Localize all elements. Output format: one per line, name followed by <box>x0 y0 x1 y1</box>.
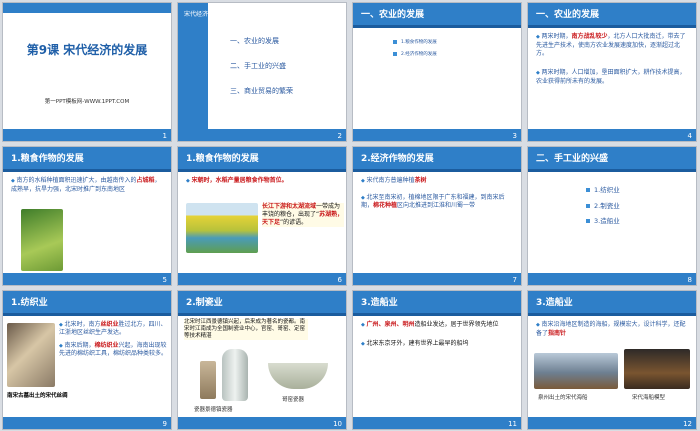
toc-item-2: 二、手工业的兴盛 <box>230 62 286 70</box>
paragraph-1: 两宋时期，南方战乱较少，北方人口大批南迁，带去了先进生产技术，使南方农业发展速度… <box>536 33 690 59</box>
bowl-photo <box>268 363 328 389</box>
toc-item-1: 1.粮食作物的发展 <box>401 40 437 45</box>
slide-number: 9 <box>162 420 167 428</box>
slide-3[interactable]: 一、农业的发展 1.粮食作物的发展 2.经济作物的发展 3 <box>352 2 522 142</box>
vase-photo <box>222 349 248 401</box>
silk-photo <box>7 323 55 387</box>
slide-4[interactable]: 一、农业的发展 两宋时期，南方战乱较少，北方人口大批南迁，带去了先进生产技术，使… <box>527 2 697 142</box>
photo-caption-2: 哥窑瓷器 <box>282 397 305 403</box>
slide-title: 第9课 宋代经济的发展 <box>26 43 148 57</box>
photo-caption: 南宋古墓出土的宋代丝绸 <box>7 393 68 399</box>
slide-6[interactable]: 1.粮食作物的发展 宋朝时，水稻产量居粮食作物首位。 长江下游和太湖流域一带成为… <box>177 146 347 286</box>
paragraph-1: 北宋时，南方丝织业胜过北方，四川、江浙地区丝织生产发达。 <box>59 321 167 337</box>
slide-header: 3.造船业 <box>536 298 573 308</box>
slide-number: 7 <box>512 276 517 284</box>
highlight-text: 宋朝时，水稻产量居粮食作物首位。 <box>186 177 340 186</box>
slide-number: 11 <box>508 420 517 428</box>
slide-number: 5 <box>162 276 167 284</box>
slide-header: 2.制瓷业 <box>186 298 223 308</box>
bullet-icon <box>586 188 590 192</box>
photo-caption-1: 泉州出土的宋代海船 <box>538 395 588 401</box>
slide-10[interactable]: 2.制瓷业 北宋时江西景德镇兴起，后来成为著名的瓷都。南宋时江南成为全国制瓷业中… <box>177 290 347 430</box>
slide-header: 1.粮食作物的发展 <box>186 154 259 164</box>
paragraph-1: 南方的水稻种植面积迅速扩大，由越南传入的占城稻，成熟早，抗旱力强，北宋时推广到东… <box>11 177 165 194</box>
photo-caption-2: 宋代海船模型 <box>632 395 666 401</box>
paragraph-1: 南宋沿海地区制造的海船，规模宏大，设计科学，还配备了指南针 <box>536 321 690 338</box>
bullet-icon <box>393 51 397 56</box>
bullet-icon <box>586 203 590 208</box>
slide-number: 2 <box>337 132 342 140</box>
slide-number: 8 <box>687 276 692 284</box>
bullet-icon <box>586 219 590 224</box>
slide-number: 1 <box>162 132 167 140</box>
paragraph-1: 北宋时江西景德镇兴起，后来成为著名的瓷都。南宋时江南成为全国制瓷业中心，官窑、哥… <box>184 319 308 341</box>
toc-item-3: 三、商业贸易的繁荣 <box>230 87 293 95</box>
photo-caption-1: 瓷器景德镇瓷器 <box>194 407 233 413</box>
toc-item-3: 3.造船业 <box>594 217 620 226</box>
slide-header: 3.造船业 <box>361 298 398 308</box>
slide-number: 10 <box>333 420 342 428</box>
paragraph-2: 两宋时期，人口增加，垦田面积扩大，耕作技术提高，农业获得前所未有的发展。 <box>536 69 690 86</box>
slide-9[interactable]: 1.纺织业 北宋时，南方丝织业胜过北方，四川、江浙地区丝织生产发达。 南宋后期，… <box>2 290 172 430</box>
ship-model-photo <box>624 349 690 389</box>
slide-1[interactable]: 第9课 宋代经济的发展 第一PPT模板网-WWW.1PPT.COM 1 <box>2 2 172 142</box>
paragraph-2: 南宋后期，棉纺织业兴起，海南出现较先进的棉纺织工具，棉纺织品种类较多。 <box>59 342 167 358</box>
paragraph-1: 广州、泉州、明州造船业发达，居于世界领先地位 <box>361 321 515 330</box>
slide-12[interactable]: 3.造船业 南宋沿海地区制造的海船，规模宏大，设计科学，还配备了指南针 泉州出土… <box>527 290 697 430</box>
slide-header: 一、农业的发展 <box>536 10 600 20</box>
slide-subtitle: 第一PPT模板网-WWW.1PPT.COM <box>44 99 130 105</box>
paragraph-1: 长江下游和太湖流域一带成为丰饶的粮仓，出现了“苏湖熟，天下足”的谚语。 <box>262 203 344 228</box>
slide-5[interactable]: 1.粮食作物的发展 南方的水稻种植面积迅速扩大，由越南传入的占城稻，成熟早，抗旱… <box>2 146 172 286</box>
slide-2[interactable]: 宋代经济的发展 一、农业的发展 二、手工业的兴盛 三、商业贸易的繁荣 2 <box>177 2 347 142</box>
paragraph-1: 宋代南方普遍种植茶树 <box>361 177 515 186</box>
field-photo <box>186 203 258 253</box>
figure-photo <box>200 361 216 399</box>
slide-number: 6 <box>337 276 342 284</box>
slide-header: 1.粮食作物的发展 <box>11 154 84 164</box>
slide-header: 二、手工业的兴盛 <box>536 154 609 164</box>
paragraph-2: 北宋至南宋初，植棉地区限于广东和福建，到南宋后期，棉花种植区向北推进到江淮和川蜀… <box>361 194 515 211</box>
slide-8[interactable]: 二、手工业的兴盛 1.纺织业 2.制瓷业 3.造船业 8 <box>527 146 697 286</box>
toc-item-1: 一、农业的发展 <box>230 37 279 45</box>
toc-item-2: 2.经济作物的发展 <box>401 52 437 57</box>
slide-header: 1.纺织业 <box>11 298 48 308</box>
slide-11[interactable]: 3.造船业 广州、泉州、明州造船业发达，居于世界领先地位 北宋东京牙外，建有世界… <box>352 290 522 430</box>
slide-header: 宋代经济的发展 <box>184 11 227 18</box>
slide-header: 2.经济作物的发展 <box>361 154 434 164</box>
bullet-icon <box>393 39 397 44</box>
slide-grid: 第9课 宋代经济的发展 第一PPT模板网-WWW.1PPT.COM 1 宋代经济… <box>2 2 698 430</box>
ship-photo <box>534 353 618 389</box>
toc-item-1: 1.纺织业 <box>594 186 620 194</box>
toc-item-2: 2.制瓷业 <box>594 201 620 210</box>
slide-7[interactable]: 2.经济作物的发展 宋代南方普遍种植茶树 北宋至南宋初，植棉地区限于广东和福建，… <box>352 146 522 286</box>
slide-number: 12 <box>683 420 692 428</box>
rice-photo <box>21 209 63 271</box>
slide-number: 3 <box>512 132 517 140</box>
paragraph-2: 北宋东京牙外，建有世界上最早的船坞 <box>361 340 515 349</box>
slide-number: 4 <box>687 132 692 140</box>
slide-header: 一、农业的发展 <box>361 10 425 20</box>
